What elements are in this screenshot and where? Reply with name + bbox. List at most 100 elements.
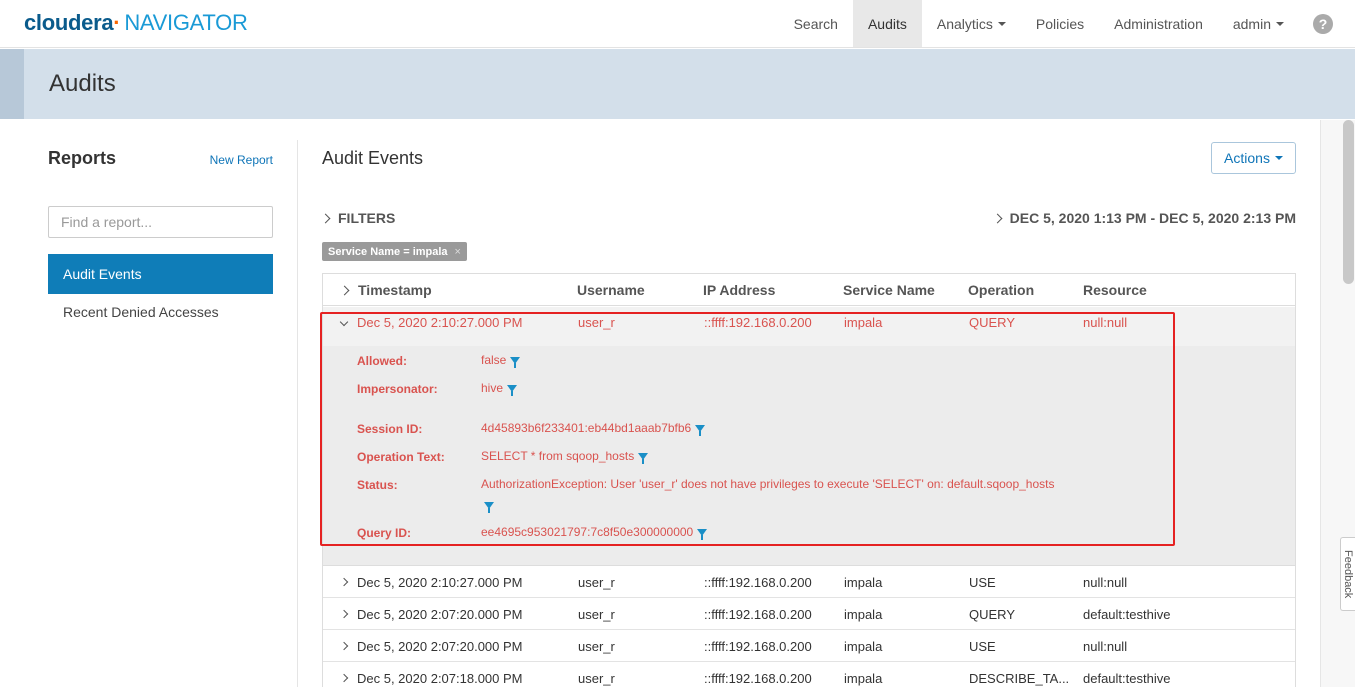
detail-value-session-id: 4d45893b6f233401:eb44bd1aaab7bfb6 [481, 421, 706, 436]
cell-ip-address: ::ffff:192.168.0.200 [704, 606, 812, 622]
cell-operation: DESCRIBE_TA... [969, 670, 1070, 686]
top-navbar: cloudera· NAVIGATOR Search Audits Analyti… [0, 0, 1355, 48]
cell-username: user_r [578, 314, 615, 330]
column-header-username[interactable]: Username [577, 274, 645, 306]
column-header-ip-address[interactable]: IP Address [703, 274, 775, 306]
detail-value-query-id: ee4695c953021797:7c8f50e300000000 [481, 525, 708, 540]
report-item-audit-events[interactable]: Audit Events [48, 254, 273, 294]
actions-dropdown-button[interactable]: Actions [1211, 142, 1296, 174]
chevron-right-icon [339, 285, 350, 295]
close-icon[interactable]: × [455, 246, 461, 258]
report-item-recent-denied-accesses[interactable]: Recent Denied Accesses [48, 292, 273, 332]
detail-label-impersonator: Impersonator: [357, 382, 438, 396]
detail-value-impersonator: hive [481, 381, 518, 396]
detail-value-status: AuthorizationException: User 'user_r' do… [481, 477, 1055, 491]
event-detail-panel: Allowed: false Impersonator: hive Sessio… [323, 346, 1295, 566]
filter-funnel-icon[interactable] [507, 384, 518, 396]
cell-operation: USE [969, 574, 996, 590]
cell-operation: USE [969, 638, 996, 654]
nav-administration[interactable]: Administration [1099, 0, 1218, 47]
cell-operation: QUERY [969, 314, 1015, 330]
table-header: Timestamp Username IP Address Service Na… [323, 274, 1295, 306]
cell-username: user_r [578, 638, 615, 654]
reports-title: Reports [48, 148, 117, 168]
filter-funnel-icon[interactable] [695, 424, 706, 436]
cell-service-name: impala [844, 574, 883, 590]
cell-username: user_r [578, 606, 615, 622]
detail-value-operation-text: SELECT * from sqoop_hosts [481, 449, 649, 464]
cell-resource: null:null [1083, 574, 1128, 590]
caret-down-icon [997, 21, 1006, 26]
scrollbar-thumb[interactable] [1343, 120, 1354, 284]
filters-toggle[interactable]: FILTERS [320, 210, 395, 226]
cell-resource: default:testhive [1083, 670, 1171, 686]
cell-service-name: impala [844, 606, 883, 622]
page-title: Audits [49, 70, 116, 97]
cell-service-name: impala [844, 638, 883, 654]
chevron-right-icon [320, 213, 331, 223]
filter-funnel-icon[interactable] [510, 356, 521, 368]
detail-label-query-id: Query ID: [357, 526, 412, 540]
column-header-timestamp[interactable]: Timestamp [339, 274, 432, 306]
table-row[interactable]: Dec 5, 2020 2:10:27.000 PM user_r ::ffff… [323, 566, 1295, 598]
caret-down-icon [1276, 21, 1284, 26]
chevron-right-icon [992, 213, 1003, 223]
detail-label-operation-text: Operation Text: [357, 450, 445, 464]
column-header-service-name[interactable]: Service Name [843, 274, 935, 306]
nav-items: Search Audits Analytics Policies Adminis… [779, 0, 1355, 47]
table-row[interactable]: Dec 5, 2020 2:07:20.000 PM user_r ::ffff… [323, 598, 1295, 630]
nav-policies[interactable]: Policies [1021, 0, 1099, 47]
cell-resource: default:testhive [1083, 606, 1171, 622]
audit-events-table: Timestamp Username IP Address Service Na… [322, 273, 1296, 687]
filter-funnel-icon[interactable] [638, 452, 649, 464]
table-row-expanded[interactable]: Dec 5, 2020 2:10:27.000 PM user_r ::ffff… [323, 307, 1295, 346]
cell-username: user_r [578, 574, 615, 590]
column-header-resource[interactable]: Resource [1083, 274, 1147, 306]
cell-resource: null:null [1083, 638, 1128, 654]
caret-down-icon [1274, 156, 1283, 160]
new-report-link[interactable]: New Report [210, 153, 273, 167]
cell-ip-address: ::ffff:192.168.0.200 [704, 314, 812, 330]
cell-service-name: impala [844, 314, 883, 330]
detail-label-session-id: Session ID: [357, 422, 423, 436]
cell-timestamp: Dec 5, 2020 2:10:27.000 PM [339, 307, 523, 337]
detail-label-allowed: Allowed: [357, 354, 407, 368]
chevron-right-icon[interactable] [339, 609, 349, 619]
column-header-operation[interactable]: Operation [968, 274, 1034, 306]
audit-events-title: Audit Events [322, 148, 424, 168]
cell-timestamp: Dec 5, 2020 2:10:27.000 PM [339, 566, 523, 598]
nav-analytics[interactable]: Analytics [922, 0, 1021, 47]
cell-timestamp: Dec 5, 2020 2:07:18.000 PM [339, 662, 523, 687]
help-icon[interactable]: ? [1313, 13, 1333, 34]
page-header: Audits [0, 49, 1355, 119]
cell-service-name: impala [844, 670, 883, 686]
filter-chip-service-name[interactable]: Service Name = impala × [322, 242, 467, 261]
column-divider [297, 140, 298, 687]
nav-audits[interactable]: Audits [852, 0, 922, 47]
nav-admin-user-menu[interactable]: admin [1218, 0, 1299, 47]
cloudera-navigator-logo[interactable]: cloudera· NAVIGATOR [24, 9, 248, 37]
date-range-toggle[interactable]: DEC 5, 2020 1:13 PM - DEC 5, 2020 2:13 P… [992, 210, 1296, 226]
detail-label-status: Status: [357, 478, 398, 492]
find-report-input[interactable] [48, 206, 273, 238]
chevron-down-icon[interactable] [339, 317, 349, 327]
table-row[interactable]: Dec 5, 2020 2:07:20.000 PM user_r ::ffff… [323, 630, 1295, 662]
cell-operation: QUERY [969, 606, 1015, 622]
chevron-right-icon[interactable] [339, 641, 349, 651]
cell-ip-address: ::ffff:192.168.0.200 [704, 670, 812, 686]
cell-timestamp: Dec 5, 2020 2:07:20.000 PM [339, 630, 523, 662]
table-row[interactable]: Dec 5, 2020 2:07:18.000 PM user_r ::ffff… [323, 662, 1295, 687]
cell-timestamp: Dec 5, 2020 2:07:20.000 PM [339, 598, 523, 630]
feedback-tab[interactable]: Feedback [1340, 537, 1355, 611]
chevron-right-icon[interactable] [339, 673, 349, 683]
cell-username: user_r [578, 670, 615, 686]
cell-resource: null:null [1083, 314, 1128, 330]
filter-funnel-icon[interactable] [697, 528, 708, 540]
header-accent-stripe [0, 49, 24, 119]
detail-value-allowed: false [481, 353, 521, 368]
chevron-right-icon[interactable] [339, 577, 349, 587]
nav-search[interactable]: Search [779, 0, 853, 47]
cell-ip-address: ::ffff:192.168.0.200 [704, 638, 812, 654]
cell-ip-address: ::ffff:192.168.0.200 [704, 574, 812, 590]
filter-funnel-icon[interactable] [484, 502, 494, 513]
